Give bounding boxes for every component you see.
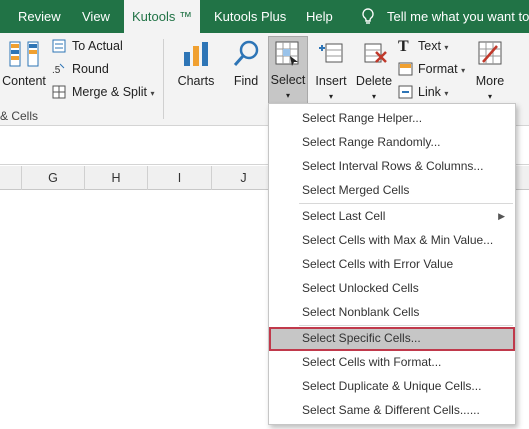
more-label: More [475,74,505,88]
merge-split-text: Merge & Split [72,85,148,99]
merge-split-label: Merge & Split ▾ [72,82,155,104]
link-icon [398,85,413,105]
format-label: Format [418,62,458,76]
format-label-wrap: Format ▾ [418,59,465,81]
delete-button[interactable]: Delete ▾ [354,36,394,106]
menu-divider [299,203,513,204]
menu-divider [299,325,513,326]
content-button[interactable]: Content [0,36,48,106]
menu-item-select-merged-cells[interactable]: Select Merged Cells [269,179,515,201]
tab-kutools-plus[interactable]: Kutools Plus [214,0,294,33]
to-actual-icon [52,39,67,59]
delete-icon [359,38,389,71]
menu-item-select-duplicate-unique[interactable]: Select Duplicate & Unique Cells... [269,375,515,397]
chevron-right-icon: ▶ [498,211,505,221]
menu-item-select-specific-cells[interactable]: Select Specific Cells... [269,327,515,351]
tell-me-text: Tell me what you want to d [387,9,529,24]
insert-icon [316,38,346,71]
insert-button[interactable]: Insert ▾ [310,36,352,106]
menu-item-select-last-cell[interactable]: Select Last Cell ▶ [269,205,515,227]
tab-help[interactable]: Help [306,0,336,33]
menu-item-select-cells-error-value[interactable]: Select Cells with Error Value [269,253,515,275]
find-label: Find [233,74,259,88]
more-button[interactable]: More ▾ [470,36,510,106]
chevron-down-icon: ▾ [444,43,449,52]
link-label: Link [418,85,441,99]
lightbulb-icon [362,8,374,24]
menu-item-select-nonblank-cells[interactable]: Select Nonblank Cells [269,301,515,323]
select-range-icon [273,39,303,72]
column-header-j[interactable]: J [212,166,276,190]
chevron-down-icon: ▾ [461,66,466,75]
magnifier-icon [230,38,262,73]
chevron-down-icon: ▾ [371,92,376,101]
chevron-down-icon: ▾ [487,92,492,101]
format-icon [398,62,413,82]
chevron-down-icon: ▾ [444,89,449,98]
insert-label: Insert [315,74,347,88]
ribbon-tab-bar: Review View Kutools ™ Kutools Plus Help … [0,0,529,33]
select-last-cell-label: Select Last Cell [302,209,386,223]
group-separator [163,39,164,119]
round-label: Round [72,62,109,76]
column-header-g[interactable]: G [22,166,85,190]
menu-item-select-interval-rows-columns[interactable]: Select Interval Rows & Columns... [269,155,515,177]
select-button[interactable]: Select ▾ [268,36,308,106]
menu-item-select-range-helper[interactable]: Select Range Helper... [269,107,515,129]
link-label-wrap: Link ▾ [418,82,448,104]
content-label: Content [2,74,46,88]
text-label: Text [418,39,441,53]
round-icon: .5 [52,62,67,82]
content-icon [8,38,40,73]
column-header-h[interactable]: H [85,166,148,190]
menu-item-select-unlocked-cells[interactable]: Select Unlocked Cells [269,277,515,299]
find-button[interactable]: Find [224,36,268,106]
chevron-down-icon: ▾ [285,91,290,100]
column-header-blank[interactable] [0,166,22,190]
chevron-down-icon: ▾ [328,92,333,101]
charts-label: Charts [177,74,215,88]
chart-icon [180,38,212,73]
chevron-down-icon: ▾ [150,89,155,98]
tab-view[interactable]: View [82,0,116,33]
menu-item-select-cells-max-min[interactable]: Select Cells with Max & Min Value... [269,229,515,251]
more-tools-icon [475,38,505,71]
select-dropdown-menu: Select Range Helper... Select Range Rand… [268,103,516,425]
svg-text:.5: .5 [52,65,61,76]
delete-label: Delete [355,74,393,88]
cells-group-label: & Cells [0,109,39,123]
charts-button[interactable]: Charts [174,36,218,106]
select-label: Select [270,73,306,87]
merge-split-icon [52,85,67,105]
text-label-wrap: Text ▾ [418,36,448,58]
text-icon: T [398,38,409,55]
column-header-i[interactable]: I [148,166,212,190]
to-actual-label: To Actual [72,39,123,53]
menu-item-select-same-different[interactable]: Select Same & Different Cells...... [269,399,515,421]
tab-review[interactable]: Review [18,0,62,33]
menu-item-select-range-randomly[interactable]: Select Range Randomly... [269,131,515,153]
menu-item-select-cells-with-format[interactable]: Select Cells with Format... [269,351,515,373]
tab-kutools[interactable]: Kutools ™ [124,0,200,33]
